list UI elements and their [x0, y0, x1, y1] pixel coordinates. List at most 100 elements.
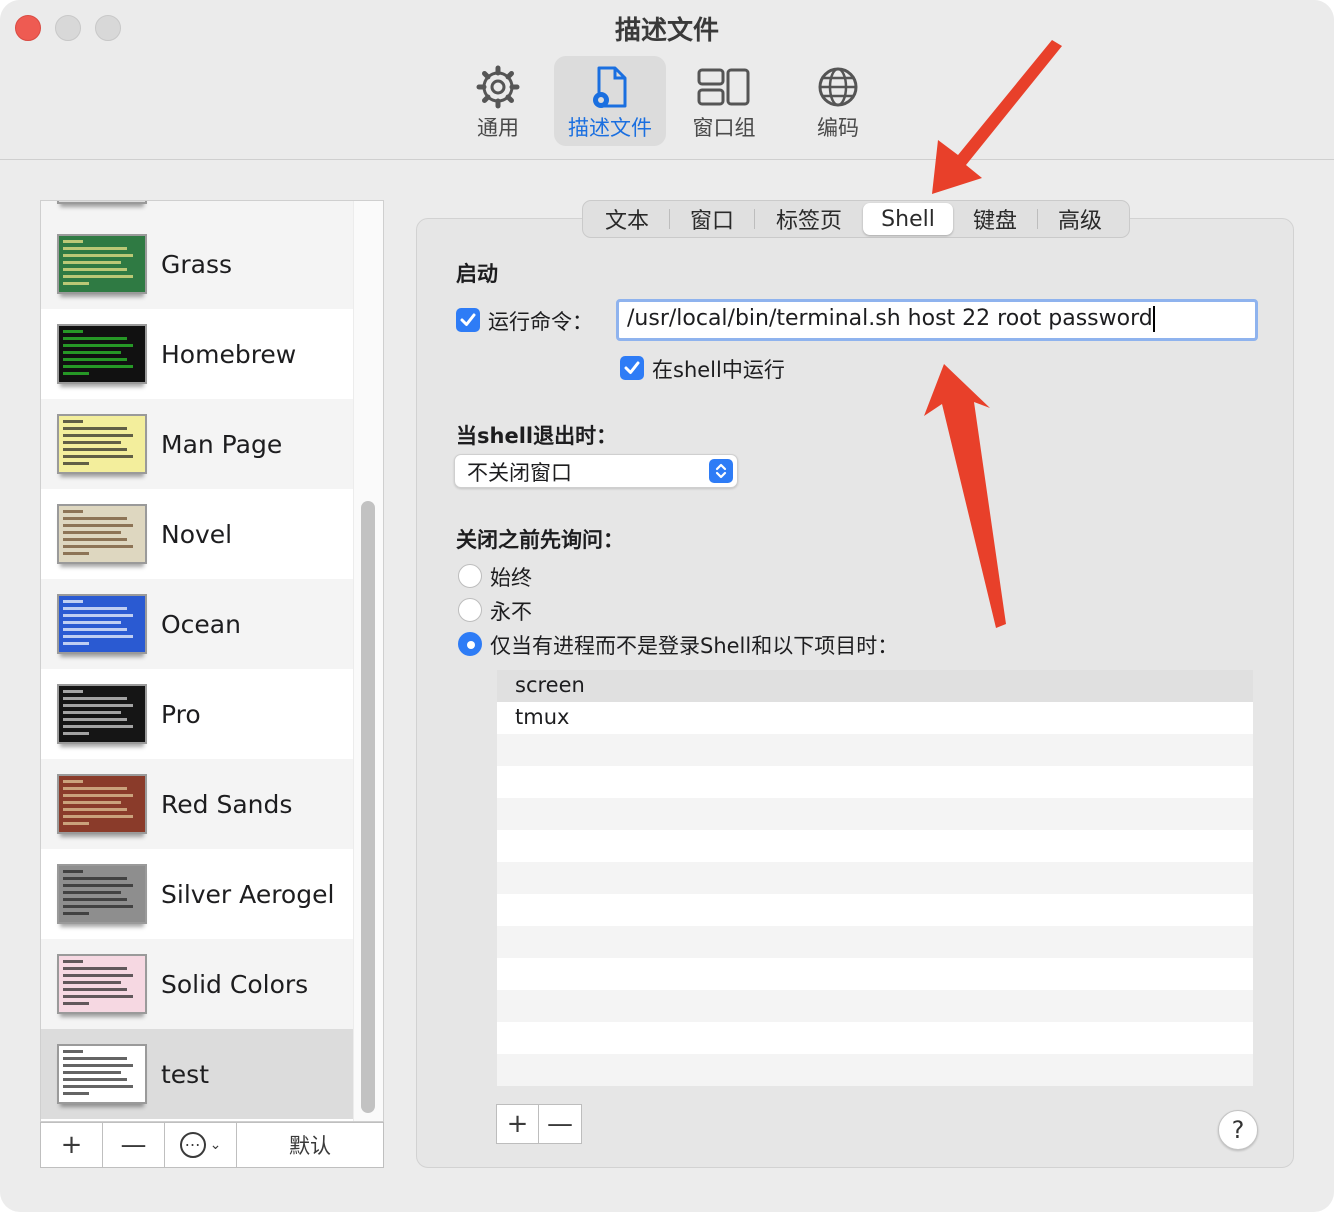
run-command-value: /usr/local/bin/terminal.sh host 22 root … [627, 306, 1153, 331]
empty-row [497, 798, 1253, 830]
thumbnail-line [63, 697, 127, 700]
thumbnail-line [63, 240, 83, 243]
profile-name: Silver Aerogel [161, 879, 335, 909]
radio-never[interactable] [458, 598, 482, 622]
empty-row [497, 894, 1253, 926]
thumbnail-line [63, 552, 89, 555]
profile-thumbnail [57, 201, 147, 204]
radio-always[interactable] [458, 564, 482, 588]
profile-row[interactable]: test [41, 1029, 353, 1119]
title-bar: 描述文件 通用 描述文件 窗口组 编码 [0, 0, 1334, 160]
profile-row[interactable]: Homebrew [41, 309, 353, 399]
list-item[interactable]: screen [497, 670, 1253, 702]
thumbnail-line [63, 815, 133, 818]
profile-thumbnail [57, 324, 147, 384]
remove-process-button[interactable]: — [539, 1105, 581, 1143]
ellipsis-circle-icon: ⋯ [179, 1132, 206, 1158]
tab-text[interactable]: 文本 [585, 203, 669, 235]
thumbnail-line [63, 614, 133, 617]
thumbnail-line [63, 448, 127, 451]
empty-row [497, 830, 1253, 862]
profile-row[interactable]: Pro [41, 669, 353, 759]
tab-advanced[interactable]: 高级 [1038, 203, 1122, 235]
scrollbar-thumb[interactable] [361, 501, 375, 1113]
radio-always-label: 始终 [490, 566, 532, 590]
set-default-button[interactable]: 默认 [237, 1123, 383, 1167]
thumbnail-line [63, 337, 127, 340]
thumbnail-line [63, 1085, 133, 1088]
ask-before-close-heading: 关闭之前先询问： [456, 528, 624, 552]
radio-only-if-processes[interactable] [458, 632, 482, 656]
thumbnail-line [63, 711, 121, 714]
profile-row[interactable]: Man Page [41, 399, 353, 489]
profile-thumbnail [57, 504, 147, 564]
thumbnail-line [63, 1071, 121, 1074]
checkmark-icon [460, 313, 476, 326]
add-process-button[interactable]: + [497, 1105, 539, 1143]
profile-row[interactable]: Solid Colors [41, 939, 353, 1029]
run-in-shell-label: 在shell中运行 [652, 358, 785, 382]
profile-name: test [161, 1059, 210, 1089]
thumbnail-line [63, 545, 133, 548]
add-profile-button[interactable]: + [41, 1123, 103, 1167]
more-actions-button[interactable]: ⋯ ⌄ [165, 1123, 237, 1167]
thumbnail-line [63, 891, 121, 894]
scrollbar-track[interactable] [353, 201, 383, 1121]
profile-row[interactable]: Silver Aerogel [41, 849, 353, 939]
tab-keyboard[interactable]: 键盘 [953, 203, 1037, 235]
thumbnail-line [63, 877, 127, 880]
run-command-checkbox[interactable] [456, 308, 480, 332]
thumbnail-line [63, 524, 133, 527]
chevron-down-icon: ⌄ [209, 1137, 222, 1153]
on-exit-heading: 当shell退出时： [456, 424, 618, 448]
process-list[interactable]: screen tmux [497, 670, 1253, 1086]
thumbnail-line [63, 794, 133, 797]
tab-shell[interactable]: Shell [863, 203, 953, 235]
thumbnail-line [63, 455, 133, 458]
empty-row [497, 862, 1253, 894]
profile-thumbnail [57, 864, 147, 924]
radio-never-label: 永不 [490, 600, 532, 624]
thumbnail-line [63, 635, 133, 638]
run-command-input[interactable]: /usr/local/bin/terminal.sh host 22 root … [616, 299, 1258, 341]
toolbar-profiles[interactable]: 描述文件 [554, 56, 666, 146]
thumbnail-line [63, 898, 127, 901]
profile-thumbnail [57, 1044, 147, 1104]
profile-name: Ocean [161, 609, 241, 639]
remove-profile-button[interactable]: — [103, 1123, 165, 1167]
thumbnail-line [63, 268, 127, 271]
profile-row-partial[interactable] [41, 201, 353, 219]
toolbar-encodings[interactable]: 编码 [782, 56, 894, 146]
thumbnail-line [63, 988, 127, 991]
profile-row[interactable]: Grass [41, 219, 353, 309]
list-item[interactable]: tmux [497, 702, 1253, 734]
thumbnail-line [63, 884, 133, 887]
profile-row[interactable]: Ocean [41, 579, 353, 669]
toolbar-general-label: 通用 [477, 116, 519, 140]
toolbar-window-groups[interactable]: 窗口组 [668, 56, 780, 146]
gear-icon [476, 65, 520, 109]
on-exit-select[interactable]: 不关闭窗口 [454, 454, 738, 488]
empty-row [497, 766, 1253, 798]
run-in-shell-checkbox[interactable] [620, 356, 644, 380]
toolbar-general[interactable]: 通用 [442, 56, 554, 146]
profile-name: Novel [161, 519, 233, 549]
profile-row[interactable]: Red Sands [41, 759, 353, 849]
profile-thumbnail [57, 234, 147, 294]
profile-list[interactable]: Grass Homebrew Man Page Novel Ocean Pro Red Sa… [40, 200, 384, 1122]
profile-thumbnail [57, 414, 147, 474]
empty-row [497, 958, 1253, 990]
thumbnail-line [63, 801, 121, 804]
profile-name: Solid Colors [161, 969, 309, 999]
tab-tabs[interactable]: 标签页 [755, 203, 863, 235]
profile-row[interactable]: Novel [41, 489, 353, 579]
profile-thumbnail [57, 594, 147, 654]
run-command-label: 运行命令： [488, 310, 593, 334]
thumbnail-line [63, 607, 127, 610]
tab-window[interactable]: 窗口 [670, 203, 754, 235]
thumbnail-line [63, 967, 127, 970]
help-button[interactable]: ? [1218, 1110, 1258, 1150]
thumbnail-line [63, 628, 127, 631]
thumbnail-line [63, 261, 121, 264]
empty-row [497, 926, 1253, 958]
